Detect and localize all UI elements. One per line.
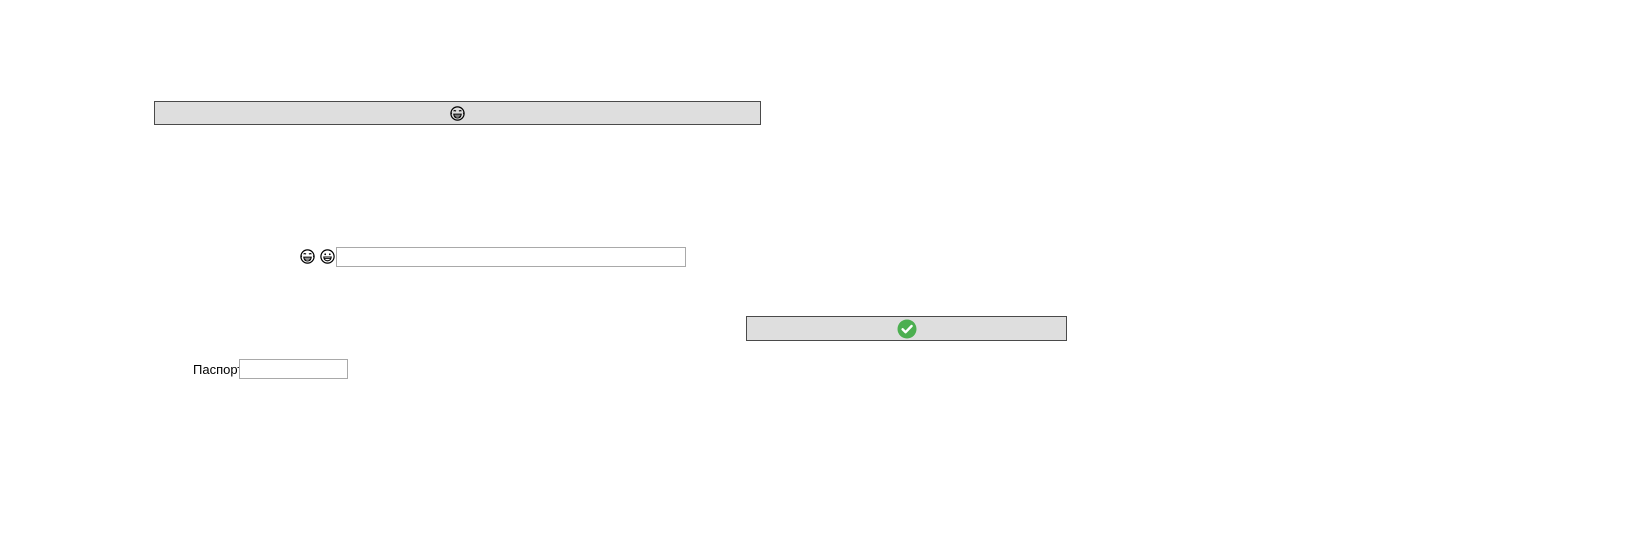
emoji-icon-group [300,249,335,264]
emoji-text-input[interactable] [336,247,686,267]
passport-label: Паспорт [193,362,244,377]
laughing-face-icon [450,105,465,121]
emoji-button[interactable] [154,101,761,125]
green-check-circle-icon [897,319,917,339]
confirm-button[interactable] [746,316,1067,341]
passport-input[interactable] [239,359,348,379]
laughing-face-icon [300,249,315,264]
grinning-face-icon [320,249,335,264]
